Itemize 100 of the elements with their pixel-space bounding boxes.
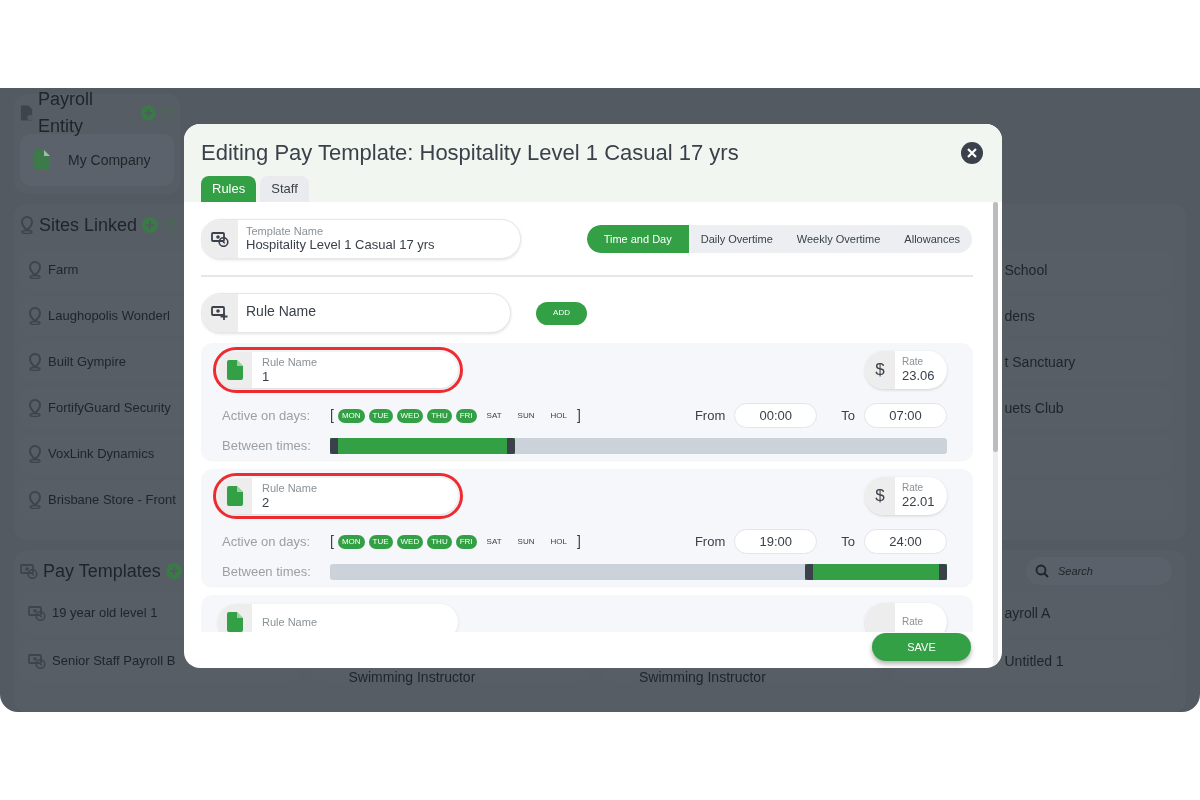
field-label: Rate: [902, 482, 925, 494]
range-handle[interactable]: [805, 563, 813, 580]
day-toggle[interactable]: MON: [337, 408, 365, 423]
csv-file-icon: [227, 612, 243, 632]
day-toggle[interactable]: WED: [396, 408, 424, 423]
money-clock-icon: [28, 605, 46, 621]
add-icon: [142, 217, 159, 233]
location-pin-icon: [28, 307, 42, 325]
money-clock-icon: [20, 563, 38, 579]
section-heading: Pay Templates: [43, 559, 161, 583]
currency-symbol: $: [875, 359, 885, 382]
money-clock-icon: [211, 231, 229, 247]
field-label: Rate: [902, 616, 924, 628]
segment-tab[interactable]: Allowances: [892, 225, 972, 253]
field-value: Hospitality Level 1 Casual 17 yrs: [246, 237, 435, 253]
rate-field[interactable]: $ Rate 22.01: [865, 477, 947, 515]
location-pin-icon: [28, 491, 42, 509]
day-toggle[interactable]: SAT: [480, 408, 508, 423]
section-heading: Sites Linked: [39, 213, 138, 237]
location-pin-icon: [28, 445, 42, 463]
day-toggle[interactable]: THU: [427, 534, 452, 549]
rate-field[interactable]: $ Rate 23.06: [865, 351, 947, 389]
range-handle[interactable]: [506, 437, 515, 454]
money-clock-icon: [28, 653, 46, 669]
location-pin-icon: [28, 399, 42, 417]
close-button[interactable]: [961, 141, 983, 164]
location-pin-icon: [28, 261, 42, 279]
day-toggle[interactable]: TUE: [368, 408, 393, 423]
tab[interactable]: Rules: [201, 176, 257, 202]
template-name-field[interactable]: Template Name Hospitality Level 1 Casual 17 yrs: [201, 219, 521, 259]
time-range-track[interactable]: [330, 563, 947, 580]
day-toggle[interactable]: FRI: [455, 534, 477, 549]
segment-tab[interactable]: Weekly Overtime: [784, 225, 893, 253]
day-toggle[interactable]: HOL: [544, 408, 573, 423]
scrollbar-thumb[interactable]: [993, 202, 998, 452]
time-field[interactable]: 07:00: [864, 403, 947, 428]
card-label: VoxLink Dynamics: [48, 445, 155, 464]
to-label: To: [841, 406, 855, 425]
field-value: 23.06: [902, 368, 935, 384]
day-toggle[interactable]: MON: [337, 534, 365, 549]
card-label: Senior Staff Payroll B: [52, 652, 176, 671]
rule-name-field[interactable]: Rule Name: [201, 293, 511, 333]
field-value: 2: [262, 493, 271, 511]
bracket: ]: [576, 406, 581, 425]
tab[interactable]: Staff: [260, 176, 309, 202]
bracket: ]: [576, 532, 581, 551]
time-range-track[interactable]: [330, 437, 947, 454]
card-label: FortifyGuard Security: [48, 399, 171, 418]
rule-name-field[interactable]: Rule Name 2: [218, 478, 458, 514]
time-field[interactable]: 24:00: [864, 529, 947, 554]
csv-file-icon: [227, 486, 243, 506]
time-field[interactable]: 19:00: [734, 529, 818, 554]
range-handle[interactable]: [330, 437, 338, 454]
card-label: Built Gympire: [48, 353, 127, 372]
from-label: From: [694, 532, 726, 551]
rate-field[interactable]: Rate: [865, 603, 947, 632]
rule-name-field[interactable]: Rule Name: [218, 604, 458, 632]
rule-name-field[interactable]: Rule Name 1: [218, 352, 458, 388]
day-toggle[interactable]: SUN: [511, 408, 541, 423]
card-label: School: [1004, 260, 1048, 280]
day-toggle[interactable]: THU: [427, 408, 452, 423]
card-label: Farm: [48, 261, 79, 280]
search-field[interactable]: Search: [1026, 557, 1172, 585]
save-button[interactable]: SAVE: [872, 633, 971, 661]
bracket: [: [330, 406, 334, 425]
from-label: From: [694, 406, 726, 425]
day-toggle[interactable]: SUN: [511, 534, 541, 549]
csv-file-icon: [34, 150, 50, 170]
field-label: Template Name: [246, 225, 325, 237]
close-icon: [967, 147, 977, 158]
add-icon: [165, 563, 182, 579]
day-toggle[interactable]: HOL: [544, 534, 573, 549]
range-handle[interactable]: [939, 563, 947, 580]
modal-title: Editing Pay Template: Hospitality Level 1 Casual 17 yrs: [201, 139, 739, 167]
row-label: Between times:: [222, 563, 312, 581]
add-icon: [141, 105, 156, 121]
day-toggle[interactable]: TUE: [368, 534, 393, 549]
card-label: t Sanctuary: [1004, 352, 1076, 372]
card-label: Laughopolis Wonderl: [48, 307, 170, 326]
card-label: Swimming Instructor: [348, 667, 476, 687]
day-toggle[interactable]: FRI: [455, 408, 477, 423]
day-toggle[interactable]: SAT: [480, 534, 508, 549]
document-pin-icon: [20, 104, 34, 122]
add-button[interactable]: ADD: [536, 301, 587, 325]
card-label: uets Club: [1004, 398, 1064, 418]
card-label: Swimming Instructor: [639, 667, 766, 687]
csv-file-icon: [227, 360, 243, 380]
time-field[interactable]: 00:00: [734, 403, 818, 428]
day-toggle[interactable]: WED: [396, 534, 424, 549]
segment-tab[interactable]: Daily Overtime: [688, 225, 785, 253]
field-label: Rate: [902, 356, 925, 368]
to-label: To: [841, 532, 855, 551]
card-label: dens: [1004, 306, 1035, 326]
bracket: [: [330, 532, 334, 551]
card-label: Untitled 1: [1004, 651, 1064, 671]
location-pin-icon: [28, 353, 42, 371]
segment-tab[interactable]: Time and Day: [586, 225, 689, 253]
field-value: 1: [262, 367, 271, 385]
card-label: Brisbane Store - Front: [48, 491, 176, 510]
money-plus-icon: [211, 305, 229, 321]
